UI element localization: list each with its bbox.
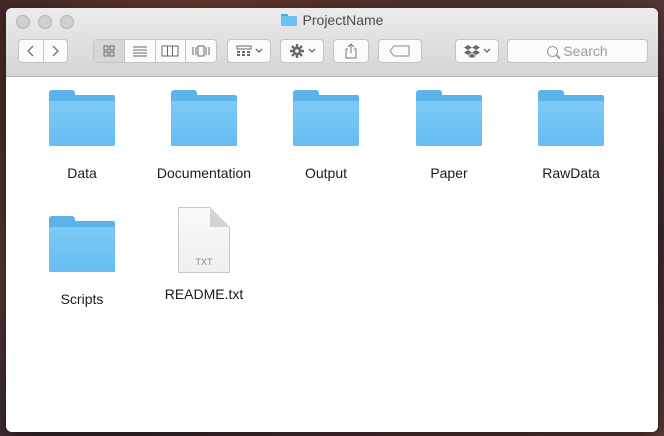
- search-icon: [547, 45, 559, 57]
- folder-icon: [49, 216, 115, 272]
- folder-icon: [416, 90, 482, 146]
- arrange-grid-icon: [236, 45, 251, 56]
- toolbar: Search: [6, 39, 658, 65]
- finder-window: ProjectName Search Data Documentation Ou…: [6, 8, 658, 432]
- dropbox-icon: [463, 45, 480, 58]
- folder-icon: [538, 90, 604, 146]
- icon-view-button[interactable]: [94, 40, 125, 62]
- chevron-down-icon: [308, 48, 315, 53]
- view-mode-selector: [93, 39, 217, 63]
- grid-icon: [103, 45, 115, 57]
- list-view-button[interactable]: [125, 40, 156, 62]
- window-title: ProjectName: [6, 12, 658, 28]
- file-item-readme[interactable]: TXT README.txt: [149, 207, 259, 302]
- item-label: README.txt: [164, 286, 244, 302]
- cover-flow-icon: [192, 45, 210, 57]
- back-button[interactable]: [19, 40, 44, 62]
- search-field[interactable]: Search: [507, 39, 648, 63]
- file-grid: Data Documentation Output Paper RawData …: [6, 77, 658, 432]
- tag-icon: [389, 45, 410, 57]
- folder-icon: [293, 90, 359, 146]
- gear-icon: [289, 44, 304, 58]
- forward-button[interactable]: [44, 40, 68, 62]
- folder-item-output[interactable]: Output: [271, 82, 381, 181]
- folder-item-paper[interactable]: Paper: [394, 82, 504, 181]
- item-label: Paper: [430, 165, 468, 181]
- folder-icon: [280, 14, 297, 26]
- tags-button[interactable]: [378, 39, 422, 63]
- item-label: Documentation: [156, 165, 252, 181]
- folder-item-rawdata[interactable]: RawData: [516, 82, 626, 181]
- text-document-icon: TXT: [178, 207, 230, 273]
- file-extension-label: TXT: [195, 257, 213, 267]
- column-view-button[interactable]: [156, 40, 187, 62]
- folder-item-data[interactable]: Data: [27, 82, 137, 181]
- window-title-text: ProjectName: [302, 12, 384, 28]
- folder-icon: [171, 90, 237, 146]
- dropbox-button[interactable]: [455, 39, 499, 63]
- item-label: Data: [67, 165, 97, 181]
- list-icon: [132, 46, 147, 57]
- item-label: RawData: [542, 165, 600, 181]
- title-bar: ProjectName Search: [6, 8, 658, 77]
- item-label: Scripts: [60, 291, 104, 307]
- share-icon: [345, 43, 357, 59]
- action-button[interactable]: [280, 39, 324, 63]
- chevron-down-icon: [255, 48, 262, 53]
- chevron-right-icon: [52, 45, 60, 57]
- cover-flow-view-button[interactable]: [186, 40, 216, 62]
- chevron-down-icon: [483, 48, 490, 53]
- columns-icon: [161, 45, 179, 57]
- folder-icon: [49, 90, 115, 146]
- navigation-buttons: [18, 39, 68, 63]
- arrange-button[interactable]: [227, 39, 271, 63]
- item-label: Output: [304, 165, 348, 181]
- folder-item-documentation[interactable]: Documentation: [149, 82, 259, 181]
- share-button[interactable]: [333, 39, 369, 63]
- folder-item-scripts[interactable]: Scripts: [27, 208, 137, 307]
- chevron-left-icon: [26, 45, 34, 57]
- search-placeholder: Search: [563, 43, 608, 59]
